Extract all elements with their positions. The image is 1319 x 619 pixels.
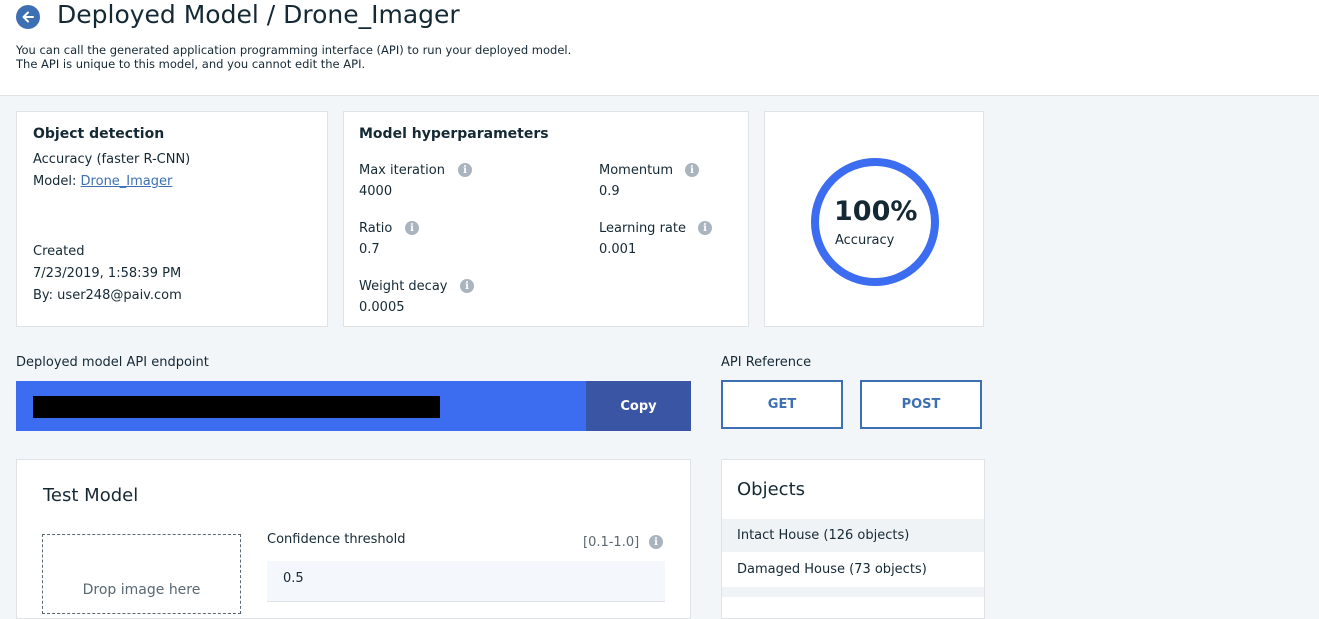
accuracy-value: 100% — [834, 196, 918, 227]
confidence-value: 0.5 — [283, 571, 304, 586]
endpoint-label: Deployed model API endpoint — [16, 355, 209, 370]
page-description: You can call the generated application p… — [16, 43, 571, 71]
description-line-1: You can call the generated application p… — [16, 43, 572, 57]
param-value-weight-decay: 0.0005 — [359, 300, 405, 315]
test-model-title: Test Model — [43, 485, 139, 506]
api-reference-label: API Reference — [721, 355, 812, 370]
list-item[interactable] — [722, 587, 984, 597]
list-item[interactable]: Intact House (126 objects) — [722, 519, 984, 552]
param-value-max-iteration: 4000 — [359, 184, 393, 199]
endpoint-url-redacted — [33, 396, 440, 418]
objects-title: Objects — [737, 479, 806, 500]
param-label-weight-decay: Weight decay — [359, 279, 448, 294]
model-label: Model: — [33, 174, 81, 189]
param-value-momentum: 0.9 — [599, 184, 620, 199]
info-icon[interactable]: i — [460, 279, 474, 293]
image-drop-zone[interactable]: Drop image here — [42, 534, 241, 614]
info-icon[interactable]: i — [698, 221, 712, 235]
param-value-learning-rate: 0.001 — [599, 242, 637, 257]
info-icon[interactable]: i — [649, 535, 663, 549]
param-label-momentum: Momentum — [599, 163, 674, 178]
confidence-label: Confidence threshold — [267, 532, 406, 547]
param-label-learning-rate: Learning rate — [599, 221, 686, 236]
param-label-ratio: Ratio — [359, 221, 393, 236]
page-header: Deployed Model / Drone_Imager You can ca… — [0, 0, 1319, 96]
get-button[interactable]: GET — [721, 380, 843, 429]
info-icon[interactable]: i — [685, 163, 699, 177]
arrow-left-icon — [22, 11, 34, 23]
post-button[interactable]: POST — [860, 380, 982, 429]
model-name-row: Model: Drone_Imager — [33, 174, 172, 189]
copy-button[interactable]: Copy — [586, 381, 691, 431]
confidence-threshold-input[interactable]: 0.5 — [267, 561, 665, 602]
drop-zone-text: Drop image here — [82, 582, 201, 598]
accuracy-label: Accuracy — [835, 233, 895, 248]
description-line-2: The API is unique to this model, and you… — [16, 57, 366, 71]
info-icon[interactable]: i — [458, 163, 472, 177]
param-value-ratio: 0.7 — [359, 242, 380, 257]
confidence-range: [0.1-1.0] — [583, 535, 640, 550]
created-label: Created — [33, 244, 85, 259]
model-link[interactable]: Drone_Imager — [81, 174, 173, 189]
list-item[interactable]: Damaged House (73 objects) — [722, 553, 984, 586]
endpoint-field: Copy — [16, 381, 691, 431]
object-detection-card: Object detection Accuracy (faster R-CNN)… — [16, 111, 328, 327]
hyperparameters-card: Model hyperparameters Max iteration i 40… — [343, 111, 749, 327]
param-label-max-iteration: Max iteration — [359, 163, 445, 178]
card-title: Model hyperparameters — [359, 126, 549, 142]
page-title: Deployed Model / Drone_Imager — [57, 0, 460, 29]
created-date: 7/23/2019, 1:58:39 PM — [33, 266, 182, 281]
back-button[interactable] — [16, 5, 40, 29]
created-by: By: user248@paiv.com — [33, 288, 182, 303]
accuracy-type: Accuracy (faster R-CNN) — [33, 152, 191, 167]
accuracy-card: 100% Accuracy — [764, 111, 984, 327]
info-icon[interactable]: i — [405, 221, 419, 235]
card-title: Object detection — [33, 126, 165, 142]
